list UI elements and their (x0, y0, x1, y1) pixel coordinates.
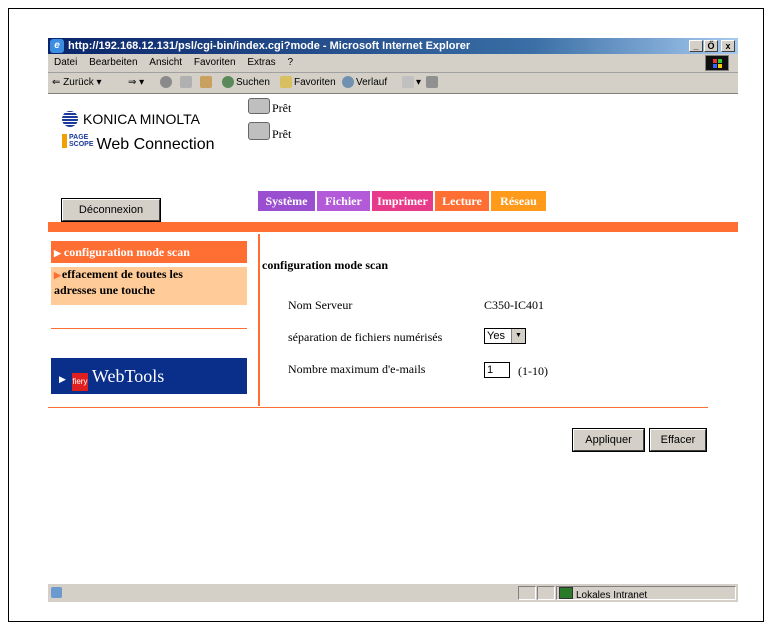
file-separation-select[interactable]: Yes ▼ (484, 328, 526, 344)
menu-datei[interactable]: Datei (54, 57, 77, 68)
zone-section: Lokales Intranet (556, 586, 736, 601)
tab-fichier[interactable]: Fichier (317, 191, 370, 211)
nav-vertical-divider (258, 234, 260, 406)
konica-text: KONICA MINOLTA (83, 111, 200, 127)
web-connection-text: Web Connection (96, 136, 215, 153)
search-button[interactable]: Suchen (222, 73, 270, 93)
minimize-button[interactable]: _ (689, 40, 703, 52)
menu-bearbeiten[interactable]: Bearbeiten (89, 57, 137, 68)
history-label: Verlauf (356, 77, 388, 88)
page-title: configuration mode scan (262, 258, 388, 272)
tab-imprimer[interactable]: Imprimer (372, 191, 433, 211)
settings-panel: configuration mode scan Nom Serveur C350… (262, 234, 732, 404)
file-separation-label: séparation de fichiers numérisés (288, 330, 443, 344)
menu-favoriten[interactable]: Favoriten (194, 57, 236, 68)
window-title: http://192.168.12.131/psl/cgi-bin/index.… (68, 40, 471, 52)
menu-bar: Datei Bearbeiten Ansicht Favoriten Extra… (48, 54, 738, 73)
footer-divider (48, 407, 708, 408)
konica-minolta-logo: KONICA MINOLTA (62, 111, 200, 127)
left-nav: ▶ configuration mode scan ▶effacement de … (48, 234, 260, 410)
server-name-label: Nom Serveur (288, 298, 353, 312)
page-icon (51, 584, 64, 602)
server-name-value: C350-IC401 (484, 298, 544, 312)
menu-extras[interactable]: Extras (247, 57, 275, 68)
intranet-icon (559, 587, 573, 599)
arrow-right-icon: ▶ (59, 374, 66, 384)
max-emails-range: (1-10) (518, 364, 548, 378)
print-icon[interactable] (426, 73, 440, 93)
windows-logo-icon (705, 55, 729, 71)
history-button[interactable]: Verlauf (342, 73, 387, 93)
apply-button[interactable]: Appliquer (573, 429, 644, 451)
nav-divider (51, 328, 247, 329)
clear-button[interactable]: Effacer (650, 429, 706, 451)
chevron-down-icon[interactable]: ▼ (511, 329, 525, 343)
pagescope-icon: PAGE SCOPE (62, 134, 94, 148)
page-content: KONICA MINOLTA PAGE SCOPE Web Connection P… (48, 94, 738, 582)
mail-icon[interactable]: ▾ (402, 73, 421, 93)
refresh-icon[interactable] (180, 73, 194, 93)
browser-window: e http://192.168.12.131/psl/cgi-bin/inde… (48, 38, 738, 603)
status-section-2 (537, 586, 555, 600)
nav-item-erase-addresses[interactable]: ▶effacement de toutes les adresses une to… (51, 267, 247, 305)
status-section-1 (518, 586, 536, 600)
favorites-icon (280, 76, 292, 89)
arrow-right-icon: ▶ (54, 270, 61, 280)
stop-icon[interactable] (160, 73, 174, 93)
webtools-link[interactable]: ▶ fiery WebTools (51, 358, 247, 394)
scanner-icon (248, 122, 270, 140)
printer-status: Prêt (248, 98, 291, 116)
nav-item-scan-config[interactable]: ▶ configuration mode scan (51, 241, 247, 263)
favorites-button[interactable]: Favoriten (280, 73, 336, 93)
search-label: Suchen (236, 77, 270, 88)
pagescope-logo: PAGE SCOPE Web Connection (62, 134, 215, 154)
menu-help[interactable]: ? (287, 57, 293, 68)
tab-systeme[interactable]: Système (258, 191, 315, 211)
scanner-status: Prêt (248, 122, 291, 142)
back-button[interactable]: ⇐ Zurück ▾ (52, 73, 102, 93)
zone-label: Lokales Intranet (576, 590, 648, 601)
back-label: ⇐ Zurück (52, 77, 94, 88)
logout-button[interactable]: Déconnexion (62, 199, 160, 221)
tab-reseau[interactable]: Réseau (491, 191, 546, 211)
ie-icon: e (50, 39, 64, 53)
arrow-right-icon: ▶ (54, 248, 61, 258)
home-icon[interactable] (200, 73, 214, 93)
favorites-label: Favoriten (294, 77, 336, 88)
header-divider (48, 222, 738, 232)
printer-icon (248, 98, 270, 114)
fiery-icon: fiery (71, 373, 88, 391)
close-button[interactable]: x (721, 40, 735, 52)
toolbar: ⇐ Zurück ▾ ⇒ ▾ Suchen Favoriten Verlauf … (48, 73, 738, 94)
maximize-button[interactable]: Ő (704, 40, 718, 52)
max-emails-input[interactable]: 1 (484, 362, 510, 378)
menu-ansicht[interactable]: Ansicht (149, 57, 182, 68)
status-bar: Lokales Intranet (48, 583, 738, 602)
history-icon (342, 76, 354, 89)
search-icon (222, 76, 234, 89)
konica-globe-icon (62, 111, 78, 127)
max-emails-label: Nombre maximum d'e-mails (288, 362, 426, 376)
tab-lecture[interactable]: Lecture (435, 191, 489, 211)
title-bar[interactable]: e http://192.168.12.131/psl/cgi-bin/inde… (48, 38, 738, 54)
forward-button[interactable]: ⇒ ▾ (128, 73, 144, 93)
